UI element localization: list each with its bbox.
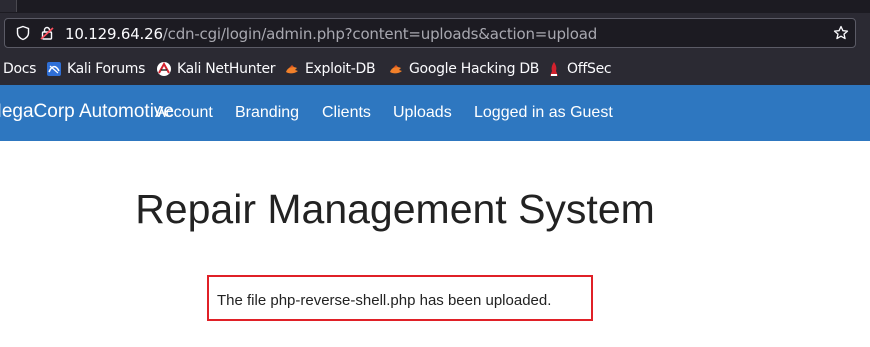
tab[interactable] bbox=[0, 0, 17, 12]
url-path: /cdn-cgi/login/admin.php?content=uploads… bbox=[162, 25, 598, 43]
offsec-icon bbox=[546, 61, 562, 77]
bookmark-google-hacking-db[interactable]: Google Hacking DB bbox=[388, 60, 539, 78]
browser-chrome: 10.129.64.26/cdn-cgi/login/admin.php?con… bbox=[0, 0, 870, 85]
url-host: 10.129.64.26 bbox=[65, 25, 163, 43]
bookmark-label: OffSec bbox=[567, 61, 612, 77]
bookmark-label: Google Hacking DB bbox=[409, 61, 540, 77]
bookmark-exploit-db[interactable]: Exploit-DB bbox=[284, 60, 376, 78]
bookmark-label: Kali Forums bbox=[67, 61, 146, 77]
star-bookmark-icon[interactable] bbox=[833, 25, 849, 41]
tab-strip bbox=[0, 0, 870, 13]
shield-icon[interactable] bbox=[15, 25, 31, 41]
site-navbar: MegaCorp Automotive Account Branding Cli… bbox=[0, 85, 870, 141]
bookmark-label: Kali NetHunter bbox=[177, 61, 276, 77]
nav-uploads[interactable]: Uploads bbox=[393, 104, 452, 122]
bookmark-offsec[interactable]: OffSec bbox=[546, 60, 612, 78]
exploit-db-icon bbox=[284, 61, 300, 77]
nethunter-icon bbox=[156, 61, 172, 77]
nav-branding[interactable]: Branding bbox=[235, 104, 299, 122]
bookmark-kali-nethunter[interactable]: Kali NetHunter bbox=[156, 60, 276, 78]
insecure-lock-icon[interactable] bbox=[39, 25, 55, 41]
upload-status-box: The file php-reverse-shell.php has been … bbox=[207, 275, 593, 321]
bookmark-label: Exploit-DB bbox=[305, 61, 376, 77]
nav-account[interactable]: Account bbox=[155, 104, 213, 122]
kali-forums-icon bbox=[46, 61, 62, 77]
upload-status-message: The file php-reverse-shell.php has been … bbox=[217, 292, 552, 309]
address-bar[interactable]: 10.129.64.26/cdn-cgi/login/admin.php?con… bbox=[4, 18, 856, 48]
ghdb-icon bbox=[388, 61, 404, 77]
url-text[interactable]: 10.129.64.26/cdn-cgi/login/admin.php?con… bbox=[65, 25, 597, 43]
nav-logged-in-as[interactable]: Logged in as Guest bbox=[474, 104, 613, 122]
bookmark-kali-forums[interactable]: Kali Forums bbox=[46, 60, 145, 78]
nav-clients[interactable]: Clients bbox=[322, 104, 371, 122]
brand-link[interactable]: MegaCorp Automotive bbox=[0, 101, 174, 123]
bookmarks-toolbar: Docs Kali Forums Kali NetHunter Exploit-… bbox=[0, 56, 870, 82]
bookmark-docs[interactable]: Docs bbox=[3, 60, 36, 78]
page-title: Repair Management System bbox=[135, 186, 655, 232]
bookmark-label: Docs bbox=[3, 61, 37, 77]
